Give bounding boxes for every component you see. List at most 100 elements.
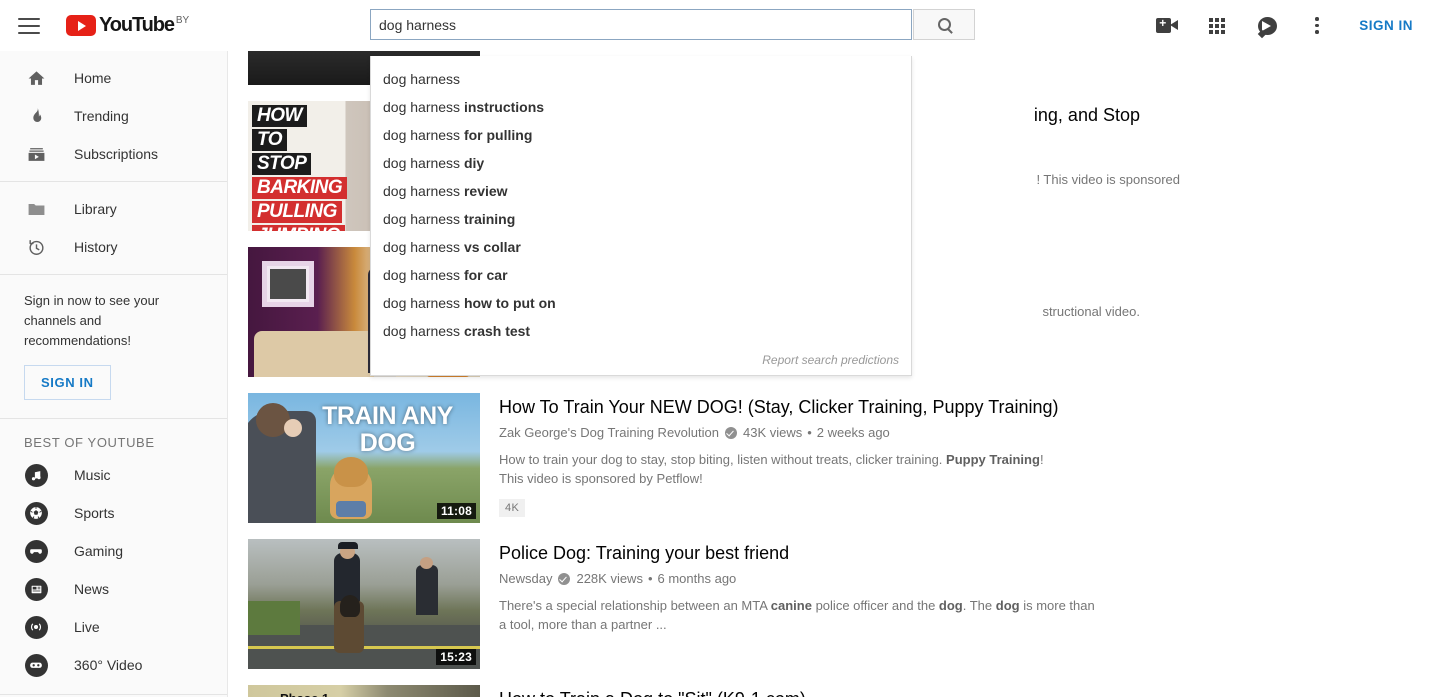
report-search-predictions-link[interactable]: Report search predictions [371,345,911,375]
video-description-fragment: structional video. [1042,304,1140,319]
header-sign-in-button[interactable]: SIGN IN [1355,18,1413,33]
thumb-line: STOP [252,153,311,175]
suggestion-prefix: dog harness [383,127,464,143]
video-meta: Police Dog: Training your best friend Ne… [480,539,1099,669]
logo-country-code: BY [176,15,189,26]
suggestion-item[interactable]: dog harness diy [371,149,911,177]
suggestion-item[interactable]: dog harness vs collar [371,233,911,261]
video-thumbnail[interactable]: TRAIN ANY DOG 11:08 [248,393,480,523]
suggestion-item[interactable]: dog harness [371,65,911,93]
suggestion-completion: instructions [464,99,544,115]
thumb-line: HOW [252,105,307,127]
suggestion-item[interactable]: dog harness for car [371,261,911,289]
search-input[interactable] [370,9,912,40]
search-result-item[interactable]: Phase 1 How to Train a Dog to "Sit" (K9-… [229,685,1429,697]
thumbnail-overlay-text: TRAIN ANY DOG [300,403,475,457]
thumb-line: BARKING [252,177,347,199]
video-description: There's a special relationship between a… [499,596,1099,634]
video-duration: 15:23 [436,649,476,665]
thumb-line: TO [252,129,287,151]
suggestion-prefix: dog harness [383,323,464,339]
search-submit-button[interactable] [913,9,975,40]
desc-highlight: dog [939,598,963,613]
search-bar [370,9,975,40]
left-sidebar: Home Trending Subscriptions Library [0,51,228,697]
desc-highlight: Puppy Training [946,452,1040,467]
apps-grid-icon[interactable] [1205,14,1229,38]
verified-badge-icon [725,427,737,439]
upload-age: 6 months ago [658,571,737,586]
thumbnail-overlay-text: Phase 1 [280,691,329,697]
video-description-fragment: ! This video is sponsored [1036,172,1180,187]
logo-wordmark: YouTube [99,15,174,36]
suggestion-item[interactable]: dog harness training [371,205,911,233]
suggestion-item[interactable]: dog harness crash test [371,317,911,345]
desc-part: . The [963,598,996,613]
notifications-icon[interactable] [1255,14,1279,38]
sidebar-item-live[interactable]: Live [0,608,227,646]
live-broadcast-icon [24,616,48,639]
hamburger-menu-icon[interactable] [18,18,40,34]
header-left-cluster: YouTube BY [0,0,240,51]
thumb-line: PULLING [252,201,342,223]
video-description: How to train your dog to stay, stop biti… [499,450,1069,488]
desc-highlight: dog [996,598,1020,613]
more-options-icon[interactable] [1305,14,1329,38]
channel-name[interactable]: Newsday [499,571,552,586]
sidebar-item-label: Music [74,467,111,483]
desc-part: police officer and the [812,598,939,613]
sidebar-item-gaming[interactable]: Gaming [0,532,227,570]
sidebar-item-label: News [74,581,109,597]
suggestion-item[interactable]: dog harness review [371,177,911,205]
sidebar-item-news[interactable]: News [0,570,227,608]
video-title[interactable]: How to Train a Dog to "Sit" (K9-1.com) [499,687,806,697]
sports-ball-icon [24,502,48,525]
sidebar-item-music[interactable]: Music [0,456,227,494]
verified-badge-icon [558,573,570,585]
library-folder-icon [24,200,48,219]
suggestion-item[interactable]: dog harness how to put on [371,289,911,317]
history-clock-icon [24,238,48,257]
gaming-controller-icon [24,540,48,563]
suggestion-completion: vs collar [464,239,521,255]
sidebar-item-home[interactable]: Home [0,59,227,97]
search-result-item[interactable]: 15:23 Police Dog: Training your best fri… [229,539,1429,669]
desc-part: How to train your dog to stay, stop biti… [499,452,946,467]
search-icon [938,18,951,31]
suggestion-item[interactable]: dog harness instructions [371,93,911,121]
video-thumbnail[interactable]: 15:23 [248,539,480,669]
suggestion-completion: crash test [464,323,530,339]
channel-name[interactable]: Zak George's Dog Training Revolution [499,425,719,440]
meta-separator: • [807,425,812,440]
sidebar-item-label: Sports [74,505,114,521]
sidebar-primary-group: Home Trending Subscriptions [0,51,227,182]
suggestion-completion: for car [464,267,508,283]
header-right-cluster: SIGN IN [1155,0,1413,51]
sidebar-secondary-group: Library History [0,182,227,275]
search-result-item[interactable]: TRAIN ANY DOG 11:08 How To Train Your NE… [229,393,1429,523]
suggestion-completion: review [464,183,508,199]
youtube-logo[interactable]: YouTube BY [66,15,189,36]
sidebar-item-label: Live [74,619,100,635]
suggestion-prefix: dog harness [383,183,464,199]
sidebar-item-360-video[interactable]: 360° Video [0,646,227,684]
360-video-icon [24,654,48,677]
sidebar-item-history[interactable]: History [0,228,227,266]
suggestion-item[interactable]: dog harness for pulling [371,121,911,149]
suggestion-prefix: dog harness [383,267,464,283]
quality-badge: 4K [499,499,525,517]
upload-video-icon[interactable] [1155,14,1179,38]
thumbnail-overlay-text: HOW TO STOP BARKING PULLING JUMPING [252,105,374,231]
video-meta: How To Train Your NEW DOG! (Stay, Clicke… [480,393,1069,523]
top-header-bar: YouTube BY SIGN IN [0,0,1429,51]
sidebar-item-sports[interactable]: Sports [0,494,227,532]
video-duration: 11:08 [437,503,476,519]
video-title[interactable]: Police Dog: Training your best friend [499,541,1099,565]
video-title[interactable]: How To Train Your NEW DOG! (Stay, Clicke… [499,395,1069,419]
sidebar-sign-in-button[interactable]: SIGN IN [24,365,111,400]
sidebar-item-library[interactable]: Library [0,190,227,228]
best-of-youtube-heading: BEST OF YOUTUBE [0,419,227,456]
video-thumbnail[interactable]: Phase 1 [248,685,480,697]
sidebar-item-trending[interactable]: Trending [0,97,227,135]
sidebar-item-subscriptions[interactable]: Subscriptions [0,135,227,173]
